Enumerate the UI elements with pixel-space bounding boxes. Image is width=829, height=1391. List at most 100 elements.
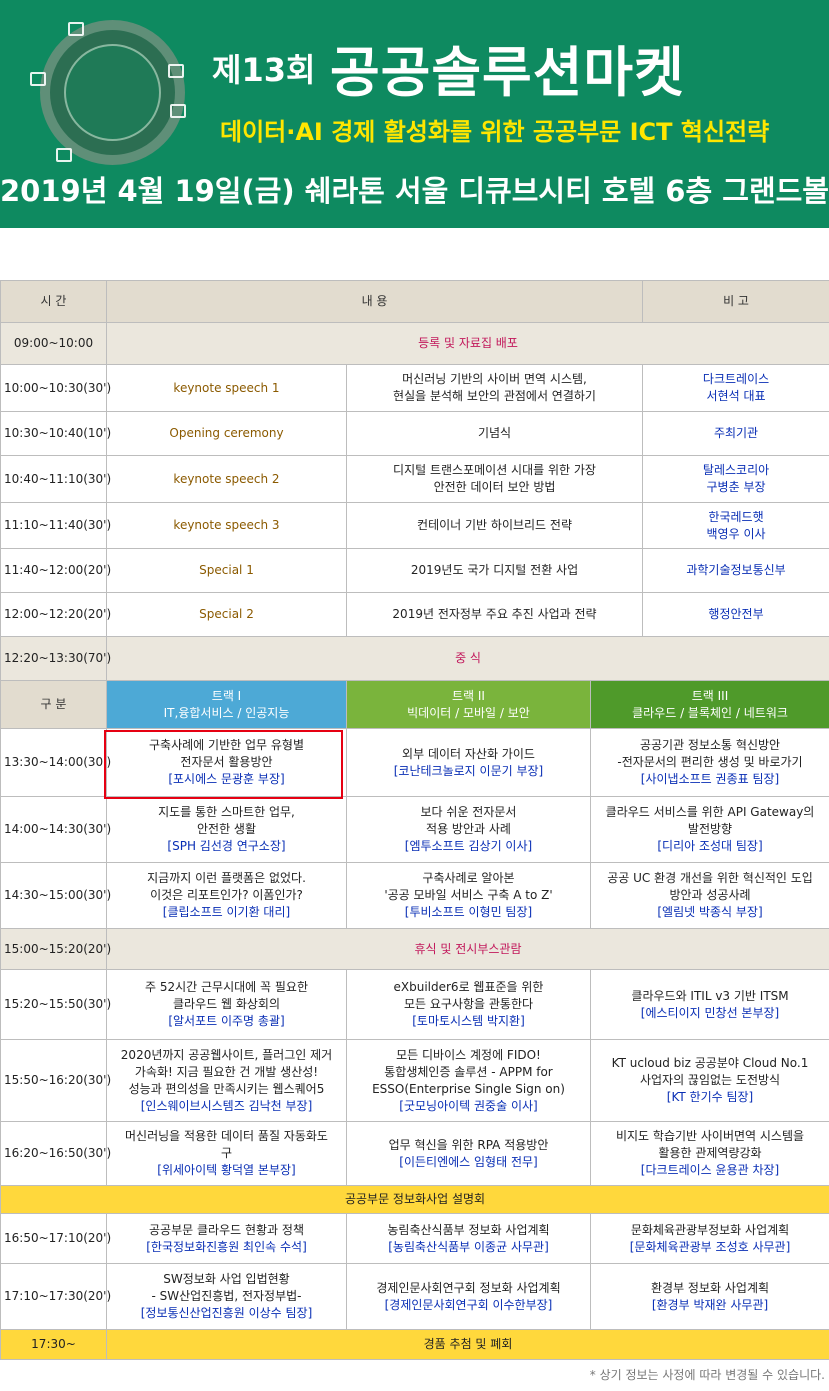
schedule-table: 시 간내 용비 고 09:00~10:00 등록 및 자료집 배포 10:00~10:… [0, 280, 829, 1360]
time-cell: 15:50~16:20(30') [0, 1039, 111, 1122]
session-note-line: 한국레드햇 [708, 509, 764, 524]
track-3-header-line: 트랙 III [691, 688, 729, 703]
track-3-session-line: 환경부 정보화 사업계획 [651, 1280, 770, 1295]
track-2-session-line: 적용 방안과 사례 [426, 822, 511, 836]
track-3-session: 클라우드 서비스를 위한 API Gateway의 발전방향 [디리아 조성대 팀장… [589, 796, 829, 863]
track-2-session: 구축사례로 알아본 '공공 모바일 서비스 구축 A to Z' [투비소프트 이형… [346, 862, 591, 929]
track-1-session-line: 공공부문 클라우드 현황과 정책 [149, 1222, 304, 1237]
session-title: 2019년도 국가 디지털 전환 사업 [345, 548, 644, 593]
track-2-session-line: 업무 혁신을 위한 RPA 적용방안 [388, 1137, 549, 1152]
track-2-session: 모든 디바이스 계정에 FIDO! 통합생체인증 솔루션 - APPM for ES… [346, 1039, 591, 1122]
track-session-row: 17:10~17:30(20') SW정보화 사업 입법현황 - SW산업진흥법, … [0, 1263, 829, 1330]
time-cell: 12:00~12:20(20') [0, 592, 111, 637]
track-2-session-line: 외부 데이터 자산화 가이드 [402, 746, 535, 761]
time-cell: 13:30~14:00(30') [0, 728, 111, 797]
track-3-session: 문화체육관광부정보화 사업계획 [문화체육관광부 조성호 사무관] [589, 1213, 829, 1264]
session-note-line: 행정안전부 [708, 607, 764, 621]
session-note: 주최기관 [642, 411, 829, 456]
track-1-header-line: IT,융합서비스 / 인공지능 [163, 705, 290, 720]
track-3-session-line: [문화체육관광부 조성호 사무관] [629, 1239, 791, 1254]
session-title-line: 컨테이너 기반 하이브리드 전략 [417, 518, 572, 532]
track-1-session: 머신러닝을 적용한 데이터 품질 자동화도 구 [위세아이텍 황덕열 본부장] [106, 1121, 347, 1186]
session-note-line: 백영우 이사 [706, 526, 766, 541]
globe-logo [40, 20, 185, 165]
session-note-line: 구병춘 부장 [706, 480, 766, 494]
track-3-session-line: 공공기관 정보소통 혁신방안 [639, 738, 781, 752]
track-label: 구 분 [0, 680, 107, 729]
col-header-note: 비 고 [642, 280, 829, 323]
track-2-header-line: 빅데이터 / 모바일 / 보안 [407, 705, 530, 720]
session-category: keynote speech 1 [106, 364, 347, 412]
track-1-session-line: [인스웨이브시스템즈 김낙천 부장] [140, 1098, 313, 1113]
session-row: 10:30~10:40(10') Opening ceremony 기념식 주최기관 [0, 411, 829, 456]
track-1-session-line: [클립소프트 이기환 대리] [162, 905, 291, 919]
session-note-line: 주최기관 [713, 426, 759, 440]
track-2-session-line: [엠투소프트 김상기 이사] [404, 839, 533, 853]
monitor-icon [30, 72, 46, 86]
break-label: 등록 및 자료집 배포 [105, 322, 829, 365]
track-3-session: 비지도 학습기반 사이버면역 시스템을 활용한 관제역량강화 [다크트레이스 윤용관… [589, 1121, 829, 1186]
track-2-session-line: 통합생체인증 솔루션 - APPM for [384, 1064, 553, 1079]
globe-center [64, 44, 161, 141]
track-2-session: eXbuilder6로 웹표준을 위한 모든 요구사항을 관통한다 [토마토시스템 … [346, 969, 591, 1040]
track-2-session: 농림축산식품부 정보화 사업계획 [농림축산식품부 이종균 사무관] [346, 1213, 591, 1264]
track-3-session: 환경부 정보화 사업계획 [환경부 박재완 사무관] [589, 1263, 829, 1330]
track-3-session-line: [다크트레이스 윤용관 차장] [640, 1163, 780, 1177]
track-2-session-line: 모든 디바이스 계정에 FIDO! [396, 1047, 541, 1062]
track-3-session-line: [KT 한기수 팀장] [666, 1090, 754, 1104]
track-2-session-line: eXbuilder6로 웹표준을 위한 [393, 980, 544, 994]
track-1-session-line: [한국정보화진흥원 최인속 수석] [146, 1239, 307, 1254]
track-2-session-line: 농림축산식품부 정보화 사업계획 [387, 1222, 550, 1237]
track-3-session-line: 비지도 학습기반 사이버면역 시스템을 [615, 1129, 805, 1143]
session-category: Opening ceremony [106, 411, 347, 456]
track-3-session-line: 문화체육관광부정보화 사업계획 [630, 1222, 790, 1237]
session-category: keynote speech 2 [106, 455, 347, 503]
track-3-session: 공공 UC 환경 개선을 위한 혁신적인 도입 방안과 성공사례 [엘림넷 박종식 … [589, 862, 829, 929]
event-subtitle: 데이터·AI 경제 활성화를 위한 공공부문 ICT 혁신전략 [220, 118, 770, 146]
track-1-session-line: 구 [220, 1146, 233, 1160]
closing-label: 경품 추첨 및 폐회 [105, 1329, 829, 1360]
time-cell: 10:30~10:40(10') [0, 411, 111, 456]
track-2-session-line: [경제인문사회연구회 이수한부장] [384, 1297, 553, 1312]
time-cell: 15:00~15:20(20') [0, 928, 111, 970]
track-1-session-line: 이것은 리포트인가? 이폼인가? [150, 888, 303, 902]
time-cell: 12:20~13:30(70') [0, 636, 111, 681]
session-title: 기념식 [345, 411, 644, 456]
track-3-session: 클라우드와 ITIL v3 기반 ITSM [에스티이지 민창선 본부장] [589, 969, 829, 1040]
session-note-line: 서현석 대표 [706, 389, 766, 403]
track-1-session-line: - SW산업진흥법, 전자정부법- [151, 1289, 302, 1303]
session-title: 디지털 트랜스포메이션 시대를 위한 가장 안전한 데이터 보안 방법 [345, 455, 644, 503]
track-1-session-line: 클라우드 웹 화상회의 [173, 997, 280, 1011]
session-row: 12:00~12:20(20') Special 2 2019년 전자정부 주요 추… [0, 592, 829, 637]
session-note-line: 다크트레이스 [702, 372, 770, 386]
footnote: * 상기 정보는 사정에 따라 변경될 수 있습니다. [589, 1368, 825, 1382]
track-2-session-line: [토마토시스템 박지환] [412, 1014, 525, 1028]
time-cell: 11:40~12:00(20') [0, 548, 111, 593]
session-note: 한국레드햇백영우 이사 [642, 502, 829, 549]
track-2-session-line: 보다 쉬운 전자문서 [420, 805, 517, 819]
track-3-session-line: [디리아 조성대 팀장] [657, 839, 763, 853]
track-1-session: 주 52시간 근무시대에 꼭 필요한 클라우드 웹 화상회의 [알서포트 이주명 총… [106, 969, 347, 1040]
track-1-session-line: 성능과 편의성을 만족시키는 웹스퀘어5 [128, 1081, 325, 1096]
track-2-session: 보다 쉬운 전자문서적용 방안과 사례 [엠투소프트 김상기 이사] [346, 796, 591, 863]
track-1-session: 지금까지 이런 플랫폼은 없었다. 이것은 리포트인가? 이폼인가? [클립소프트 … [106, 862, 347, 929]
track-3-session-line: 클라우드와 ITIL v3 기반 ITSM [631, 988, 789, 1003]
track-3-header: 트랙 III 클라우드 / 블록체인 / 네트워크 [589, 680, 829, 729]
track-1-session: 공공부문 클라우드 현황과 정책 [한국정보화진흥원 최인속 수석] [106, 1213, 347, 1264]
track-1-session: 지도를 통한 스마트한 업무, 안전한 생활 [SPH 김선경 연구소장] [106, 796, 347, 863]
session-row: 10:40~11:10(30') keynote speech 2 디지털 트랜스포… [0, 455, 829, 503]
time-cell: 14:00~14:30(30') [0, 796, 111, 863]
track-2-session-line: '공공 모바일 서비스 구축 A to Z' [384, 888, 553, 902]
session-title-line: 2019년 전자정부 주요 추진 사업과 전략 [392, 607, 597, 621]
chart-icon [56, 148, 72, 162]
time-cell: 17:10~17:30(20') [0, 1263, 111, 1330]
track-3-header-line: 클라우드 / 블록체인 / 네트워크 [632, 705, 788, 720]
track-3-session-line: [엘림넷 박종식 부장] [657, 905, 763, 919]
session-title-line: 기념식 [477, 426, 512, 440]
session-category: keynote speech 3 [106, 502, 347, 549]
track-2-session-line: [코난테크놀로지 이문기 부장] [393, 763, 544, 778]
session-title-line: 현실을 분석해 보안의 관점에서 연결하기 [393, 389, 596, 403]
track-1-session-line: [SPH 김선경 연구소장] [167, 839, 286, 853]
track-2-session-line: [이든티엔에스 임형태 전무] [399, 1154, 538, 1169]
session-row: 11:40~12:00(20') Special 1 2019년도 국가 디지털 전… [0, 548, 829, 593]
